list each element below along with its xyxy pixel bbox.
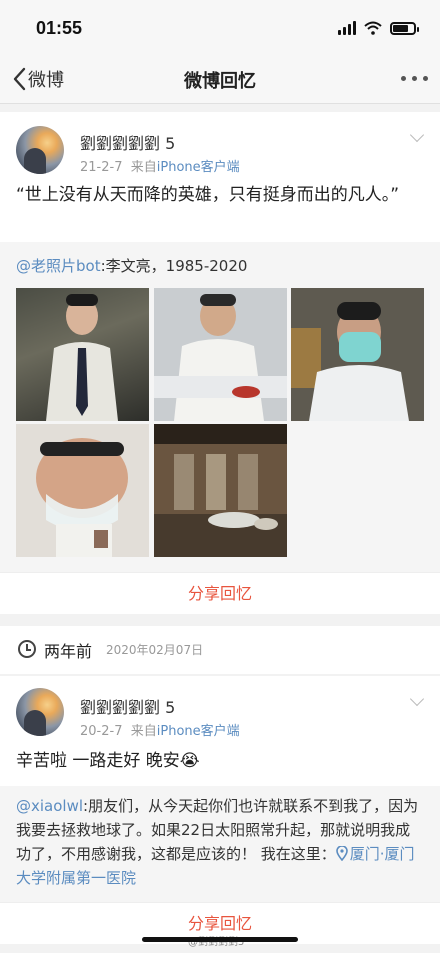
post-meta: 20-2-7 来自iPhone客户端 bbox=[80, 720, 240, 739]
repost-author-link[interactable]: @老照片bot bbox=[16, 257, 101, 275]
section-date: 2020年02月07日 bbox=[106, 643, 204, 657]
memory-post-card: 劉劉劉劉劉 5 21-2-7 来自iPhone客户端 “世上没有从天而降的英雄，… bbox=[0, 112, 440, 242]
post-meta: 21-2-7 来自iPhone客户端 bbox=[80, 156, 240, 175]
nav-bar: 微博 微博回忆 bbox=[0, 54, 440, 104]
location-pin-icon bbox=[335, 845, 348, 862]
photo-1[interactable] bbox=[16, 288, 149, 421]
signal-icon bbox=[338, 21, 356, 35]
username[interactable]: 劉劉劉劉劉 5 bbox=[80, 694, 175, 718]
photo-5[interactable] bbox=[154, 424, 287, 557]
source-prefix: 来自 bbox=[130, 724, 157, 739]
post-date: 20-2-7 bbox=[80, 724, 123, 739]
username[interactable]: 劉劉劉劉劉 5 bbox=[80, 130, 175, 154]
post-source[interactable]: iPhone客户端 bbox=[157, 160, 240, 175]
avatar[interactable] bbox=[16, 688, 64, 736]
page-title: 微博回忆 bbox=[184, 71, 256, 92]
post-text: 辛苦啦 一路走好 晚安😭 bbox=[16, 751, 200, 771]
avatar[interactable] bbox=[16, 126, 64, 174]
photo-4[interactable] bbox=[16, 424, 149, 557]
clock-icon bbox=[18, 640, 36, 658]
repost-text: @老照片bot:李文亮，1985-2020 bbox=[16, 254, 424, 278]
section-label: 两年前 bbox=[44, 642, 93, 661]
battery-icon bbox=[390, 21, 419, 35]
chevron-down-icon[interactable] bbox=[409, 127, 425, 143]
source-prefix: 来自 bbox=[130, 160, 157, 175]
chevron-down-icon[interactable] bbox=[409, 691, 425, 707]
status-bar: 01:55 bbox=[0, 0, 440, 54]
repost-text: @xiaolwl:朋友们，从今天起你们也许就联系不到我了，因为我要去拯救地球了。… bbox=[16, 794, 424, 890]
share-memory-button[interactable]: 分享回忆 bbox=[0, 572, 440, 614]
repost-block[interactable]: @xiaolwl:朋友们，从今天起你们也许就联系不到我了，因为我要去拯救地球了。… bbox=[0, 786, 440, 902]
repost-block[interactable]: @老照片bot:李文亮，1985-2020 bbox=[0, 242, 440, 572]
post-text: “世上没有从天而降的英雄，只有挺身而出的凡人。” bbox=[16, 185, 400, 205]
photo-2[interactable] bbox=[154, 288, 287, 421]
status-icons bbox=[338, 20, 419, 36]
status-time: 01:55 bbox=[36, 18, 83, 38]
photo-3[interactable] bbox=[291, 288, 424, 421]
memory-post-card: 劉劉劉劉劉 5 20-2-7 来自iPhone客户端 辛苦啦 一路走好 晚安😭 bbox=[0, 676, 440, 786]
more-options-icon[interactable] bbox=[401, 76, 428, 81]
post-date: 21-2-7 bbox=[80, 160, 123, 175]
repost-author-link[interactable]: @xiaolwl bbox=[16, 797, 83, 815]
section-header: 两年前 2020年02月07日 bbox=[0, 626, 440, 674]
repost-body: :李文亮，1985-2020 bbox=[100, 257, 248, 275]
post-source[interactable]: iPhone客户端 bbox=[157, 724, 240, 739]
wifi-icon bbox=[364, 21, 382, 35]
home-indicator[interactable] bbox=[142, 937, 298, 942]
